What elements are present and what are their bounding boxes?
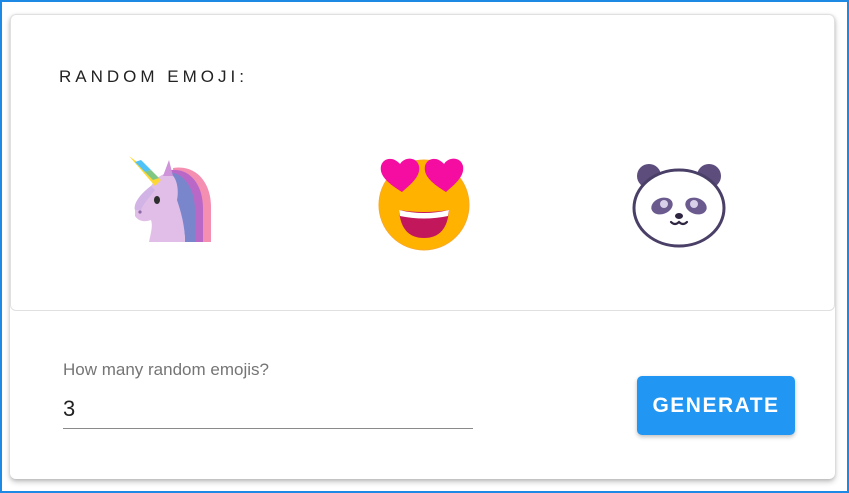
count-field-label: How many random emojis? — [63, 360, 269, 379]
page-title: RANDOM EMOJI: — [59, 67, 248, 86]
unicorn-icon — [115, 146, 225, 256]
count-input[interactable] — [63, 389, 473, 429]
panda-face-icon — [624, 146, 734, 256]
emoji-display-panel: RANDOM EMOJI: — [10, 14, 835, 311]
emoji-card: RANDOM EMOJI: How many random emojis? 3 … — [10, 14, 835, 479]
generate-button[interactable]: GENERATE — [637, 376, 795, 435]
heart-eyes-face-icon — [369, 146, 479, 256]
